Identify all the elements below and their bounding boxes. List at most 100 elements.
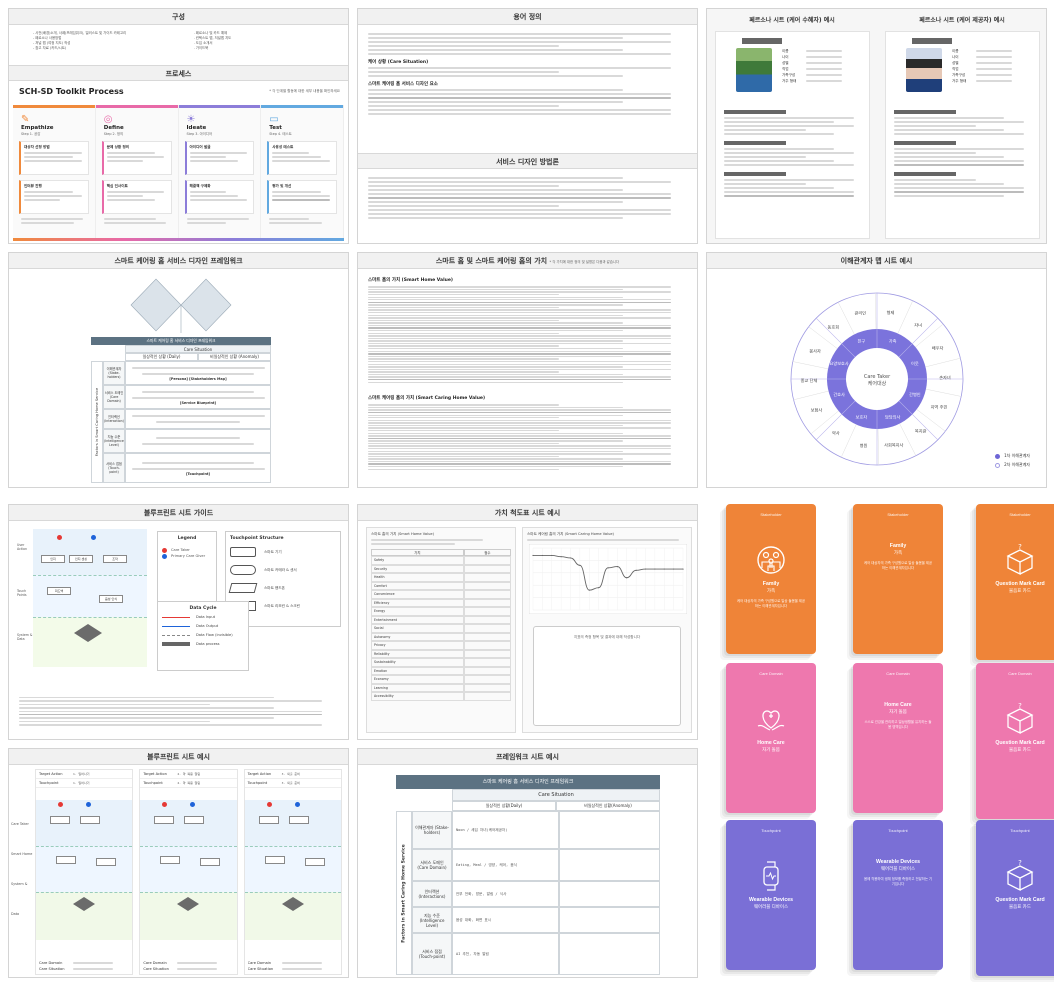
card[interactable]: Touchpoint Wearable Devices 웨어러블 디바이스 xyxy=(726,820,816,970)
inner-label: 이웃 xyxy=(911,360,919,367)
card[interactable]: Care Domain Home Care 자기 돌봄 스스로 건강을 관리하고 일상… xyxy=(853,663,943,813)
text-line xyxy=(131,397,265,399)
table-cell[interactable] xyxy=(464,581,511,590)
flow-label: Data Output xyxy=(196,624,219,628)
table-cell: Privacy xyxy=(371,641,465,650)
table-cell[interactable] xyxy=(464,683,511,692)
table-cell[interactable] xyxy=(464,624,511,633)
card[interactable]: Stakeholder Family 가족 케어 대상자의 가족 구성원으로 일상 돌… xyxy=(853,504,943,654)
table-cell[interactable] xyxy=(464,556,511,565)
text-line xyxy=(186,218,249,220)
card-category: Care Domain xyxy=(886,671,910,676)
card[interactable]: Care Domain? Question Mark Card 물음표 카드 xyxy=(976,663,1054,819)
text-line xyxy=(189,191,226,193)
card[interactable]: Stakeholder Family 가족 케어 대상자의 가족 구성원으로 일상 돌… xyxy=(726,504,816,654)
card-name-kr: 웨어러블 디바이스 xyxy=(880,866,916,871)
lane-label: System & Data xyxy=(11,882,28,916)
text-line xyxy=(186,222,226,224)
col-main: Care Situation xyxy=(452,789,660,801)
persona-field: 거주 형태 xyxy=(952,78,1012,84)
inner-label: 친구 xyxy=(857,338,865,345)
text-line xyxy=(19,707,275,709)
card[interactable]: Touchpoint Wearable Devices 웨어러블 디바이스 몸에 착용… xyxy=(853,820,943,970)
lane-label: Touch Points xyxy=(17,589,27,597)
table-cell[interactable] xyxy=(464,573,511,582)
text-line xyxy=(724,191,855,193)
outer-label: 종교 단체 xyxy=(801,377,818,384)
table-cell[interactable] xyxy=(464,607,511,616)
table-row: Comfort xyxy=(371,581,511,590)
flow-node xyxy=(200,858,221,866)
row-content[interactable] xyxy=(559,849,660,881)
row-content[interactable] xyxy=(559,881,660,907)
outer-label: 복지관 xyxy=(915,428,927,435)
text-line xyxy=(272,156,321,158)
phase-sub: Step 4. 테스트 xyxy=(269,132,292,136)
table-cell[interactable] xyxy=(464,598,511,607)
diamond-diagram xyxy=(130,278,232,333)
text-line xyxy=(368,71,560,73)
section-bar xyxy=(724,172,786,176)
row-content[interactable] xyxy=(559,811,660,849)
notes-box[interactable]: 지표의 측정 항목 및 결과에 대해 작성합니다 xyxy=(533,626,681,726)
table-cell[interactable] xyxy=(464,641,511,650)
wear-icon xyxy=(754,859,788,893)
row-content[interactable]: 안부 전화, 방문, 알림 / 식사 xyxy=(452,881,559,907)
text-line xyxy=(368,319,560,322)
text-line xyxy=(368,429,560,432)
framework-row: 지능 수준 (Intelligence Level) 음성 대화, 화면 표시 xyxy=(412,907,660,933)
row-header: 인터랙션 (Interactions) xyxy=(412,881,452,907)
text-line xyxy=(368,345,560,347)
structure-shape xyxy=(230,547,256,557)
card[interactable]: Touchpoint? Question Mark Card 물음표 카드 xyxy=(976,820,1054,976)
table-cell[interactable] xyxy=(464,666,511,675)
text-line xyxy=(368,422,672,424)
field-value xyxy=(806,56,842,58)
phase-box: 사용성 테스트 xyxy=(267,141,337,175)
text-line xyxy=(368,435,672,437)
card[interactable]: Stakeholder? Question Mark Card 물음표 카드 xyxy=(976,504,1054,660)
card[interactable]: Care Domain Home Care 자기 돌봄 xyxy=(726,663,816,813)
text-line xyxy=(269,222,322,224)
field-value xyxy=(806,80,842,82)
question-box-icon: ? xyxy=(1003,702,1037,736)
text-line xyxy=(894,187,1025,189)
row-content[interactable]: Noon / 세입 자녀(케어제공자) xyxy=(452,811,559,849)
text-line xyxy=(368,291,672,293)
bp-field: Touchpoint 1. 일어나기 xyxy=(36,779,133,788)
table-cell[interactable] xyxy=(464,658,511,667)
side-label-box: Factors in Smart Caring Home Service xyxy=(91,361,103,483)
text-line xyxy=(106,152,156,154)
row-content[interactable]: Eating, Meal / 영양, 케어, 음식 xyxy=(452,849,559,881)
text-line xyxy=(368,432,624,434)
legend-item: Primary Care Giver xyxy=(162,553,212,559)
table-cell[interactable] xyxy=(464,564,511,573)
text-line xyxy=(894,121,1025,123)
text-line xyxy=(368,201,624,203)
page-title: 프레임워크 시트 예시 xyxy=(358,749,697,765)
table-cell[interactable] xyxy=(464,615,511,624)
table-cell[interactable] xyxy=(464,590,511,599)
table-cell[interactable] xyxy=(464,675,511,684)
inner-label: 보호자 xyxy=(856,413,868,420)
page-value-scale: 가치 척도표 시트 예시 스마트 홈의 가치 (Smart Home Value… xyxy=(357,504,698,740)
table-cell[interactable] xyxy=(464,649,511,658)
svg-text:?: ? xyxy=(1018,543,1022,551)
flow-node: 인지 센싱 xyxy=(69,555,93,563)
row-content[interactable] xyxy=(559,933,660,975)
structure-item: 스마트 기기 xyxy=(230,547,336,557)
table-cell[interactable] xyxy=(464,692,511,701)
text-line xyxy=(894,164,1025,166)
row-content[interactable]: 음성 대화, 화면 표시 xyxy=(452,907,559,933)
row-content[interactable] xyxy=(559,907,660,933)
text-line xyxy=(368,379,672,381)
center-label: Care Taker xyxy=(864,374,891,380)
care-icon xyxy=(754,702,788,736)
row-header: 인터랙션 (Interaction) xyxy=(103,409,125,429)
row-content[interactable]: AI 추천, 자동 알림 xyxy=(452,933,559,975)
flow-box: Data Cycle Data Input Data Output Data Flo… xyxy=(157,601,249,671)
table-cell[interactable] xyxy=(464,632,511,641)
tag: [Service Blueprint] xyxy=(179,401,217,405)
card-category: Stakeholder xyxy=(887,512,909,517)
row-header: 서비스 도메인 (Care Domain) xyxy=(103,385,125,409)
